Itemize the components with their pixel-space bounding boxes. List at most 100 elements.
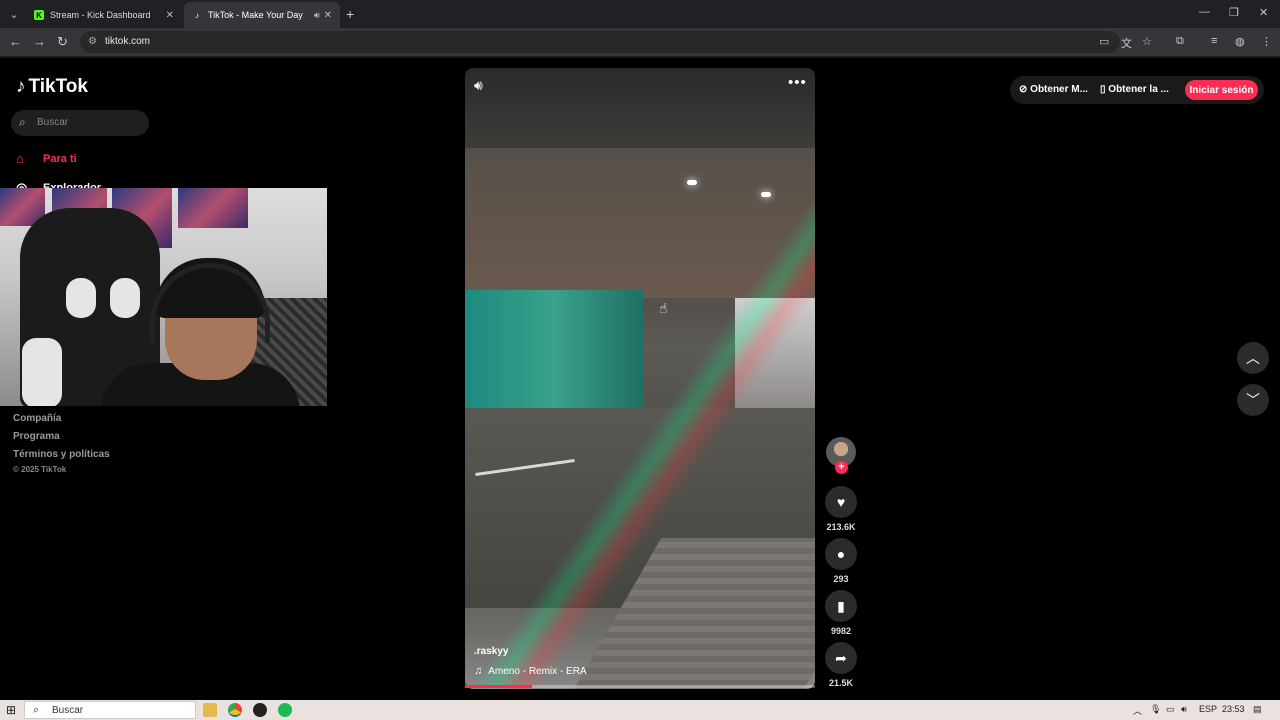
video-scene-lamp bbox=[761, 192, 771, 197]
obs-icon[interactable] bbox=[253, 703, 267, 717]
tiktok-logo[interactable]: ♪ TikTok bbox=[16, 76, 88, 98]
bookmark-star-icon[interactable]: ☆ bbox=[1142, 35, 1152, 48]
tab-kick-dashboard[interactable]: K Stream - Kick Dashboard ✕ bbox=[26, 2, 182, 28]
search-icon: ⌕ bbox=[33, 704, 40, 716]
chair-pad bbox=[66, 278, 96, 318]
home-icon: ⌂ bbox=[16, 151, 24, 166]
nav-label: Para ti bbox=[43, 152, 77, 165]
taskbar-search-placeholder: Buscar bbox=[52, 705, 84, 716]
chair-pad bbox=[110, 278, 140, 318]
comment-button[interactable]: ● bbox=[825, 538, 857, 570]
logo-text: TikTok bbox=[28, 76, 88, 97]
share-button[interactable]: ➦ bbox=[825, 642, 857, 674]
video-username[interactable]: .raskyy bbox=[474, 646, 508, 657]
chevron-up-icon[interactable]: ︿ bbox=[1133, 704, 1142, 717]
bookmark-icon: ▮ bbox=[837, 597, 845, 614]
translate-icon[interactable]: 文 bbox=[1121, 35, 1132, 51]
coin-icon: ⊘ bbox=[1019, 84, 1028, 95]
restore-icon[interactable]: ❐ bbox=[1229, 6, 1239, 19]
windows-start-icon[interactable]: ⊞ bbox=[6, 703, 16, 717]
video-progress-bar[interactable] bbox=[465, 685, 815, 688]
new-tab-button[interactable]: + bbox=[346, 6, 354, 22]
hand-cursor-icon: ☝︎ bbox=[659, 300, 668, 316]
language-indicator[interactable]: ESP bbox=[1199, 704, 1217, 714]
tiktok-icon: ♪ bbox=[195, 10, 199, 20]
url-text: tiktok.com bbox=[105, 36, 151, 47]
share-arrow-icon: ➦ bbox=[835, 649, 847, 666]
get-coins-button[interactable]: ⊘ Obtener M... bbox=[1019, 84, 1088, 95]
notification-icon[interactable]: ▤ bbox=[1253, 704, 1262, 715]
webcam-overlay bbox=[0, 188, 327, 406]
close-icon[interactable]: ✕ bbox=[324, 10, 332, 21]
chevron-up-icon: ︿ bbox=[1246, 350, 1260, 366]
tab-title: TikTok - Make Your Day bbox=[208, 10, 303, 20]
chrome-icon[interactable] bbox=[228, 703, 242, 717]
extensions-icon[interactable]: ⧉ bbox=[1176, 35, 1184, 48]
get-coins-label: Obtener M... bbox=[1030, 84, 1088, 95]
heart-icon: ♥ bbox=[836, 494, 846, 510]
footer-company[interactable]: Compañía bbox=[13, 413, 61, 424]
kick-icon: K bbox=[34, 10, 44, 20]
windows-taskbar: ⊞ ⌕ Buscar ︿ 🎙︎ ▭ 🔊︎ ESP 23:53 ▤ bbox=[0, 700, 1280, 720]
forward-button[interactable]: → bbox=[33, 34, 46, 49]
site-info-icon[interactable]: ⚙︎ bbox=[88, 36, 97, 47]
footer-program[interactable]: Programa bbox=[13, 431, 60, 442]
address-bar-row: ← → ↻ ⚙︎ tiktok.com ▭ 文 ☆ ⧉ ≡ ◍ ⋮ bbox=[0, 28, 1280, 56]
copyright: © 2025 TikTok bbox=[13, 465, 67, 474]
music-note-icon: ♫ bbox=[474, 665, 483, 677]
tiktok-logo-icon: ♪ bbox=[16, 76, 26, 97]
close-icon[interactable]: ✕ bbox=[166, 10, 174, 21]
search-icon: ⌕ bbox=[19, 115, 26, 129]
like-button[interactable]: ♥ bbox=[825, 486, 857, 518]
back-button[interactable]: ← bbox=[9, 34, 22, 49]
network-icon[interactable]: ▭ bbox=[1166, 704, 1175, 715]
get-app-label: Obtener la ... bbox=[1108, 84, 1169, 95]
nav-for-you[interactable]: ⌂ Para ti bbox=[16, 151, 77, 166]
follow-plus-icon[interactable]: + bbox=[835, 461, 848, 474]
comment-icon: ● bbox=[836, 546, 846, 562]
minimize-icon[interactable]: — bbox=[1199, 6, 1210, 18]
tab-title: Stream - Kick Dashboard bbox=[50, 10, 151, 20]
taskbar-search[interactable]: ⌕ Buscar bbox=[24, 701, 196, 719]
video-scene-lamp bbox=[687, 180, 697, 185]
tab-tiktok[interactable]: ♪ TikTok - Make Your Day 🔊︎ ✕ bbox=[184, 2, 340, 28]
volume-icon[interactable]: 🔊︎ bbox=[474, 77, 483, 94]
spotify-icon[interactable] bbox=[278, 703, 292, 717]
file-explorer-icon[interactable] bbox=[203, 703, 217, 717]
speaker-icon[interactable]: 🔊︎ bbox=[314, 10, 320, 21]
comment-count: 293 bbox=[833, 574, 849, 584]
tab-search-chevron-icon[interactable]: ⌄ bbox=[4, 4, 24, 24]
video-player[interactable] bbox=[465, 68, 815, 689]
chevron-down-icon: ﹀ bbox=[1246, 392, 1260, 408]
omnibox[interactable]: ⚙︎ tiktok.com bbox=[80, 31, 1120, 53]
profile-icon[interactable]: ◍ bbox=[1235, 35, 1245, 48]
music-title: Ameno - Remix - ERA bbox=[488, 665, 587, 677]
footer-terms[interactable]: Términos y políticas bbox=[13, 449, 110, 460]
video-music[interactable]: ♫ Ameno - Remix - ERA bbox=[474, 665, 587, 677]
menu-kebab-icon[interactable]: ⋮ bbox=[1261, 35, 1272, 48]
share-count: 21.5K bbox=[828, 678, 854, 688]
search-input[interactable]: ⌕ Buscar bbox=[11, 110, 149, 136]
more-options-icon[interactable]: ••• bbox=[788, 74, 807, 91]
reload-button[interactable]: ↻ bbox=[57, 34, 68, 50]
phone-icon: ▯ bbox=[1100, 84, 1106, 95]
login-button[interactable]: Iniciar sesión bbox=[1185, 80, 1258, 100]
divider bbox=[0, 56, 1280, 58]
browser-tab-bar: ⌄ K Stream - Kick Dashboard ✕ ♪ TikTok -… bbox=[0, 0, 1280, 28]
install-app-icon[interactable]: ▭ bbox=[1099, 35, 1109, 48]
microphone-icon[interactable]: 🎙︎ bbox=[1150, 704, 1161, 715]
next-video-button[interactable]: ﹀ bbox=[1237, 384, 1269, 416]
clock[interactable]: 23:53 bbox=[1222, 704, 1245, 714]
close-window-icon[interactable]: ✕ bbox=[1259, 6, 1268, 19]
wall-poster bbox=[178, 188, 248, 228]
like-count: 213.6K bbox=[826, 522, 856, 532]
previous-video-button[interactable]: ︿ bbox=[1237, 342, 1269, 374]
save-count: 9982 bbox=[830, 626, 852, 636]
save-button[interactable]: ▮ bbox=[825, 590, 857, 622]
media-control-icon[interactable]: ≡ bbox=[1211, 35, 1217, 47]
volume-icon[interactable]: 🔊︎ bbox=[1181, 704, 1187, 715]
search-placeholder: Buscar bbox=[37, 117, 69, 128]
get-app-button[interactable]: ▯ Obtener la ... bbox=[1100, 84, 1169, 95]
video-progress-fill bbox=[465, 685, 532, 688]
video-scene-graffiti-wall bbox=[465, 290, 643, 410]
